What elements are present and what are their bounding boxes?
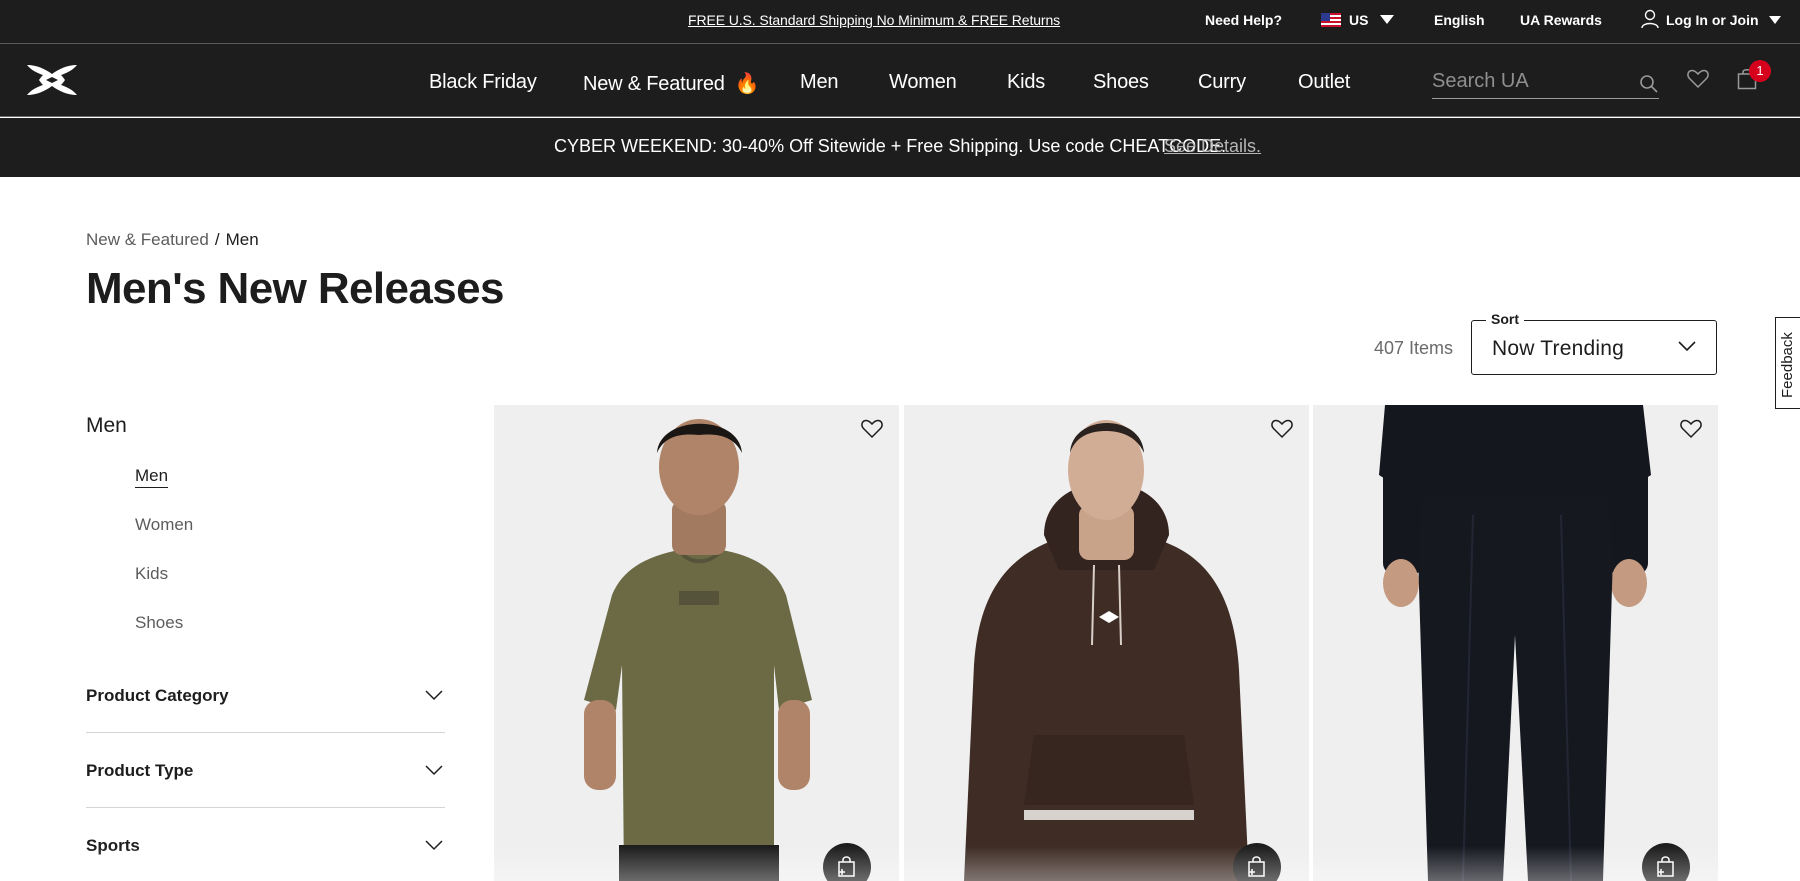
free-shipping-link[interactable]: FREE U.S. Standard Shipping No Minimum &… [688,12,1060,28]
nav-new-featured-label: New & Featured [583,73,725,95]
facet-product-type[interactable]: Product Type [86,761,445,808]
promo-message: CYBER WEEKEND: 30-40% Off Sitewide + Fre… [554,136,1227,156]
item-count: 407 Items [1374,338,1454,358]
breadcrumb-new-featured[interactable]: New & Featured [86,230,209,249]
nav-outlet[interactable]: Outlet [1298,71,1350,94]
nav-women[interactable]: Women [889,71,957,94]
favorite-heart-icon[interactable] [861,419,883,439]
need-help-link[interactable]: Need Help? [1205,12,1282,28]
utility-bar: FREE U.S. Standard Shipping No Minimum &… [0,0,1800,44]
wishlist-heart-icon[interactable] [1687,69,1709,89]
nav-new-featured[interactable]: New & Featured 🔥 [583,71,760,96]
ua-rewards-link[interactable]: UA Rewards [1520,12,1602,28]
feedback-label: Feedback [1779,332,1796,398]
country-selector[interactable]: US [1321,12,1395,28]
product-card[interactable] [904,405,1309,881]
login-label: Log In or Join [1666,12,1759,28]
breadcrumb: New & Featured / Men [86,230,259,250]
feedback-tab[interactable]: Feedback [1775,317,1800,409]
page-title: Men's New Releases [86,264,504,313]
sort-label: Sort [1486,311,1524,327]
facet-label: Product Category [86,686,229,705]
chevron-down-icon [1678,341,1696,352]
breadcrumb-current: Men [225,230,259,249]
main-nav: Black Friday New & Featured 🔥 Men Women K… [0,44,1800,117]
nav-black-friday[interactable]: Black Friday [429,71,537,94]
nav-shoes[interactable]: Shoes [1093,71,1149,94]
search-icon[interactable] [1639,74,1659,94]
add-to-bag-icon [1657,856,1674,877]
sidebar-item-shoes[interactable]: Shoes [135,613,183,633]
nav-men[interactable]: Men [800,71,839,94]
search-box [1432,70,1659,99]
us-flag-icon [1321,13,1341,27]
sidebar-item-kids[interactable]: Kids [135,564,168,584]
promo-banner: CYBER WEEKEND: 30-40% Off Sitewide + Fre… [0,118,1800,177]
under-armour-logo[interactable] [25,63,79,97]
facet-label: Product Type [86,761,194,780]
nav-curry[interactable]: Curry [1198,71,1246,94]
product-image [1313,405,1718,881]
facet-product-category[interactable]: Product Category [86,686,445,733]
product-card[interactable] [494,405,899,881]
facet-sports[interactable]: Sports [86,836,445,876]
favorite-heart-icon[interactable] [1271,419,1293,439]
sidebar-item-women[interactable]: Women [135,515,193,535]
sidebar-heading: Men [86,414,127,437]
account-menu[interactable]: Log In or Join [1640,9,1781,29]
sort-dropdown[interactable]: Sort Now Trending [1471,311,1717,375]
nav-kids[interactable]: Kids [1007,71,1045,94]
chevron-down-icon [425,765,443,776]
sort-value: Now Trending [1492,337,1624,360]
add-to-bag-icon [838,856,855,877]
product-card[interactable] [1313,405,1718,881]
see-details-link[interactable]: See Details. [1164,136,1261,157]
cart-count-badge: 1 [1749,60,1771,82]
sidebar-item-men[interactable]: Men [135,466,169,488]
caret-down-icon [1768,16,1781,24]
chevron-down-icon [425,840,443,851]
facet-label: Sports [86,836,140,855]
add-to-bag-icon [1248,856,1265,877]
language-selector[interactable]: English [1434,12,1485,28]
product-image [494,405,899,881]
product-image [904,405,1309,881]
country-label: US [1349,12,1369,28]
caret-down-icon [1380,15,1395,24]
fire-icon: 🔥 [734,73,760,95]
breadcrumb-separator: / [214,230,220,249]
user-icon [1641,9,1659,29]
chevron-down-icon [425,690,443,701]
search-input[interactable] [1432,70,1622,93]
favorite-heart-icon[interactable] [1680,419,1702,439]
